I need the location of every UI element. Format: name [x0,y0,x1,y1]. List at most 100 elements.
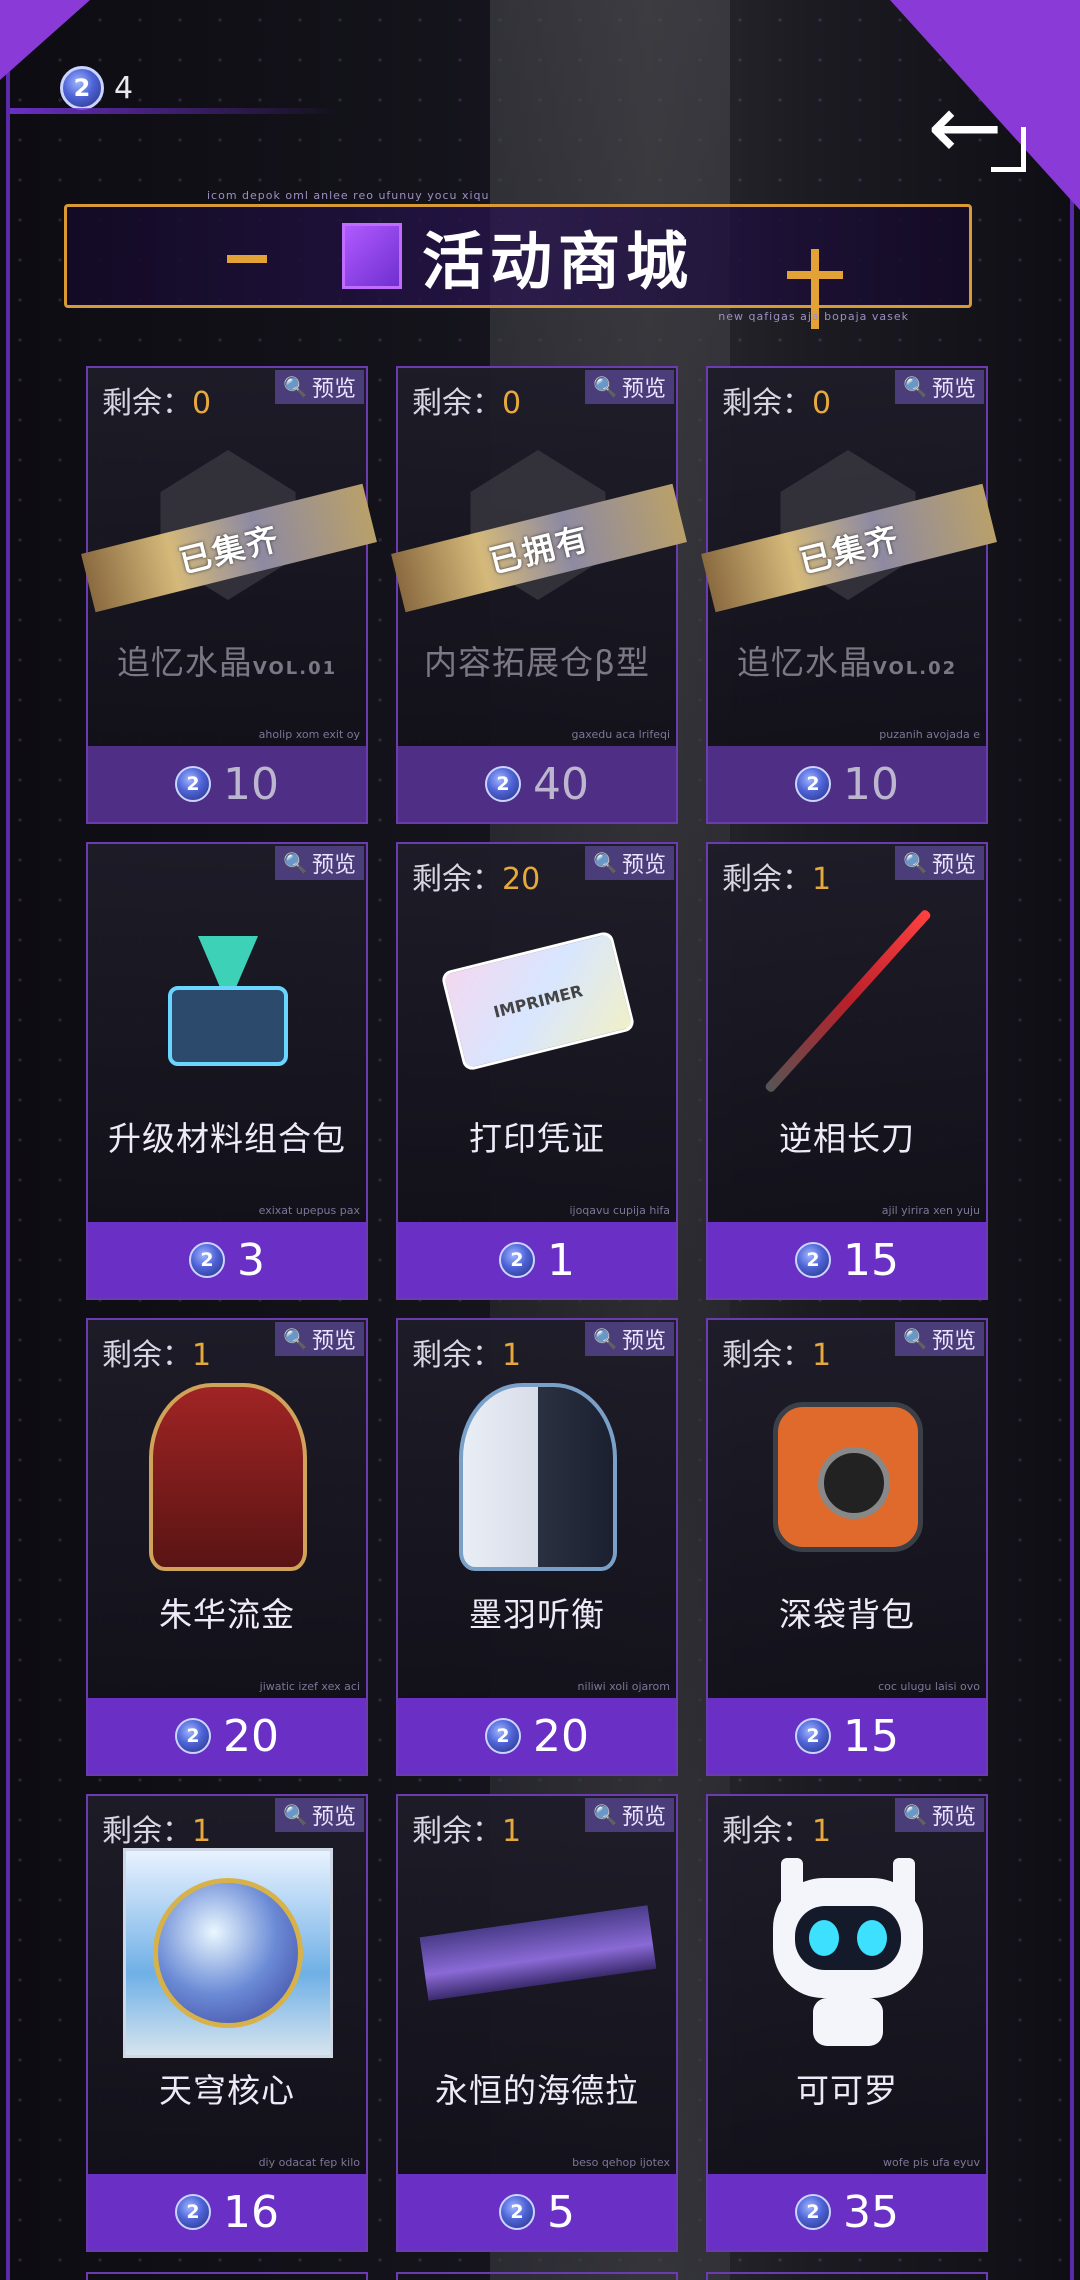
preview-button[interactable]: 🔍 预览 [585,370,674,404]
price-button[interactable]: 2 20 [88,1698,366,1774]
event-coin-icon: 2 [175,1718,211,1754]
item-image [108,1848,348,2058]
shop-item-card[interactable]: 剩余：20 🔍 预览 IMPRIMER 打印凭证 ijoqavu cupija h… [396,842,678,1300]
price-button[interactable]: 23 [88,1222,366,1298]
item-name: 内容拓展仓β型 [423,643,651,682]
shop-grid: 剩余：0 🔍 预览 已集齐 追忆水晶VOL.01 aholip xom exit … [81,366,997,2252]
item-name: 打印凭证 [469,1119,605,1158]
item-microtext: jiwatic izef xex aci [259,1680,360,1693]
item-name: 永恒的海德拉 [435,2071,639,2110]
price-button[interactable]: 2 10 [88,746,366,822]
shop-item-card[interactable]: 剩余：0 🔍 预览 已集齐 追忆水晶VOL.01 aholip xom exit … [81,366,377,824]
item-microtext: wofe pis ufa eyuv [883,2156,980,2169]
preview-button[interactable]: 🔍 预览 [585,846,674,880]
event-coin-icon: 2 [795,1718,831,1754]
magnifier-icon: 🔍 [903,375,928,399]
price-button[interactable]: 2 15 [708,1698,986,1774]
item-microtext: ijoqavu cupija hifa [569,1204,670,1217]
title-microtext-bottom: new qafigas aja bopaja vasek [718,310,909,323]
price-button[interactable]: 2 10 [708,746,986,822]
white-outfit-icon [459,1383,617,1571]
event-coin-icon: 2 [60,66,104,110]
item-microtext: exixat upepus pax [258,1204,360,1217]
title-decoration-dash [227,255,267,263]
item-image [728,1858,968,2048]
event-coin-icon: 2 [485,766,521,802]
magnifier-icon: 🔍 [593,1327,618,1351]
core-orb-icon [123,1848,333,2058]
item-name: 天穹核心 [159,2071,295,2110]
frame-right [1070,0,1074,2280]
currency-amount: 4 [114,70,134,106]
preview-button[interactable]: 🔍 预览 [275,1798,364,1832]
shop-item-card[interactable]: 剩余：1 🔍 预览 深袋背包 coc ulugu laisi ovo 2 15 [706,1318,988,1776]
magnifier-icon: 🔍 [903,851,928,875]
back-button[interactable]: ← [900,78,1030,178]
preview-button[interactable]: 🔍 预览 [895,1322,984,1356]
price-button[interactable]: 25 [398,2174,676,2250]
robot-icon [763,1858,933,2048]
price-button[interactable]: 2 20 [398,1698,676,1774]
backpack-icon [773,1402,923,1552]
shop-item-card[interactable]: 剩余：0 🔍 预览 已集齐 追忆水晶VOL.02 puzanih avojada … [701,366,997,824]
preview-button[interactable]: 🔍 预览 [895,370,984,404]
print-ticket-icon: IMPRIMER [440,930,636,1072]
event-coin-icon: 2 [795,1242,831,1278]
title-microtext-top: icom depok oml anlee reo ufunuy yocu xiq… [207,189,490,202]
magnifier-icon: 🔍 [593,1803,618,1827]
item-microtext: niliwi xoli ojarom [577,1680,670,1693]
item-name: 追忆水晶VOL.01 [116,643,338,682]
stock-label: 剩余：0 [412,386,522,421]
stock-label: 剩余：20 [412,862,541,897]
item-name: 追忆水晶VOL.02 [736,643,958,682]
shop-item-card[interactable]: 剩余：1 🔍 预览 天穹核心 diy odacat fep kilo 2 16 [86,1794,368,2252]
shop-item-card[interactable]: 剩余：1 🔍 预览 朱华流金 jiwatic izef xex aci 2 20 [86,1318,368,1776]
shop-item-card[interactable]: 剩余：1 🔍 预览 墨羽听衡 niliwi xoli ojarom 2 20 [396,1318,678,1776]
shop-item-card[interactable]: 剩余：0 🔍 预览 已拥有 内容拓展仓β型 gaxedu aca lrifeqi … [391,366,687,824]
preview-button[interactable]: 🔍 预览 [275,846,364,880]
stock-label: 剩余：1 [722,1814,832,1849]
magnifier-icon: 🔍 [283,1327,308,1351]
title-banner: icom depok oml anlee reo ufunuy yocu xiq… [64,189,972,329]
item-image [418,1382,658,1572]
magnifier-icon: 🔍 [593,851,618,875]
stock-label: 剩余：1 [412,1338,522,1373]
item-image [108,906,348,1096]
item-image [728,1382,968,1572]
item-image: IMPRIMER [418,906,658,1096]
preview-button[interactable]: 🔍 预览 [275,370,364,404]
item-microtext: puzanih avojada e [879,728,980,741]
preview-button[interactable]: 🔍 预览 [585,1798,674,1832]
shop-item-card[interactable]: 剩余：1 🔍 预览 逆相长刀 ajil yirira xen yuju 2 15 [706,842,988,1300]
price-button[interactable]: 21 [398,1222,676,1298]
price-button[interactable]: 2 35 [708,2174,986,2250]
preview-button[interactable]: 🔍 预览 [585,1322,674,1356]
item-microtext: diy odacat fep kilo [258,2156,360,2169]
city-banner-icon [419,1905,657,2001]
magnifier-icon: 🔍 [283,1803,308,1827]
item-name: 可可罗 [796,2071,898,2110]
shop-item-card[interactable]: 剩余：1 🔍 预览 可可罗 wofe pis ufa eyuv 2 35 [706,1794,988,2252]
shop-item-card[interactable]: 剩余：1 🔍 预览 永恒的海德拉 beso qehop ijotex 25 [396,1794,678,2252]
price-button[interactable]: 2 16 [88,2174,366,2250]
event-coin-icon: 2 [485,1718,521,1754]
price-button[interactable]: 2 40 [398,746,676,822]
frame-left [6,0,10,2280]
item-name: 墨羽听衡 [469,1595,605,1634]
page-title: 活动商城 [421,225,694,298]
preview-button[interactable]: 🔍 预览 [895,1798,984,1832]
event-coin-icon: 2 [499,2194,535,2230]
preview-button[interactable]: 🔍 预览 [895,846,984,880]
shop-item-card[interactable]: 🔍 预览 升级材料组合包 exixat upepus pax 23 [86,842,368,1300]
item-image [728,906,968,1096]
magnifier-icon: 🔍 [903,1327,928,1351]
stock-label: 剩余：0 [722,386,832,421]
preview-button[interactable]: 🔍 预览 [275,1322,364,1356]
next-row-hint [86,2272,992,2280]
blade-icon [763,908,933,1094]
event-coin-icon: 2 [795,766,831,802]
material-chest-icon [158,936,298,1066]
price-button[interactable]: 2 15 [708,1222,986,1298]
item-image [418,1858,658,2048]
magnifier-icon: 🔍 [593,375,618,399]
